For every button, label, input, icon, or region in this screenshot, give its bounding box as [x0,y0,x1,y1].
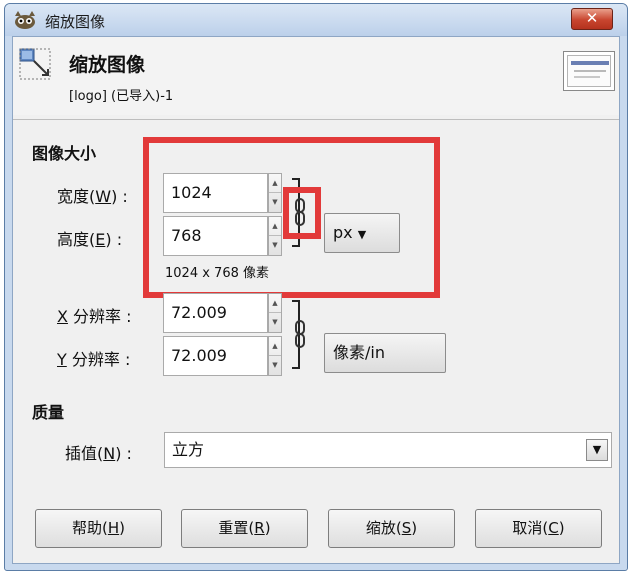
chain-link-icon[interactable] [294,320,306,348]
window-title: 缩放图像 [45,13,106,31]
x-resolution-label: X 分辨率 : [57,307,132,326]
gimp-logo-icon [15,11,35,29]
dialog-content: 缩放图像 [logo] (已导入)-1 图像大小 宽度(W) : 1024 ▲ … [12,36,620,564]
close-button[interactable]: ✕ [571,8,613,30]
quality-section-label: 质量 [32,403,65,422]
y-resolution-spinner[interactable]: ▲ ▼ [268,336,282,376]
dialog-title: 缩放图像 [69,54,146,76]
resolution-unit-label: 像素/in [333,343,385,362]
interpolation-value: 立方 [172,440,205,459]
scale-image-dialog: 缩放图像 ✕ 缩放图像 [logo] (已导入)-1 图像大小 宽度(W) : … [4,3,628,571]
dropdown-arrow-icon[interactable]: ▼ [586,439,608,461]
resolution-unit-dropdown[interactable]: 像素/in [324,333,446,373]
title-bar[interactable]: 缩放图像 ✕ [5,4,627,36]
highlight-box-chain [283,187,321,239]
spin-up-icon[interactable]: ▲ [269,337,281,356]
reset-button[interactable]: 重置(R) [181,509,308,548]
interpolation-label: 插值(N) : [65,444,132,463]
cancel-button[interactable]: 取消(C) [475,509,602,548]
spin-up-icon[interactable]: ▲ [269,294,281,313]
image-thumbnail [563,51,615,91]
scale-image-icon [19,48,51,80]
help-button[interactable]: 帮助(H) [35,509,162,548]
x-resolution-input[interactable]: 72.009 [163,293,268,333]
y-resolution-label: Y 分辨率 : [57,350,131,369]
spin-down-icon[interactable]: ▼ [269,313,281,332]
interpolation-select[interactable]: 立方 ▼ [164,432,612,468]
header-separator [13,119,619,120]
image-name: [logo] (已导入)-1 [69,89,174,104]
y-resolution-input[interactable]: 72.009 [163,336,268,376]
x-resolution-spinner[interactable]: ▲ ▼ [268,293,282,333]
height-label: 高度(E) : [57,230,123,249]
spin-down-icon[interactable]: ▼ [269,356,281,375]
width-label: 宽度(W) : [57,187,128,206]
dialog-header: 缩放图像 [logo] (已导入)-1 [13,37,619,115]
image-size-section-label: 图像大小 [32,144,97,163]
scale-button[interactable]: 缩放(S) [328,509,455,548]
